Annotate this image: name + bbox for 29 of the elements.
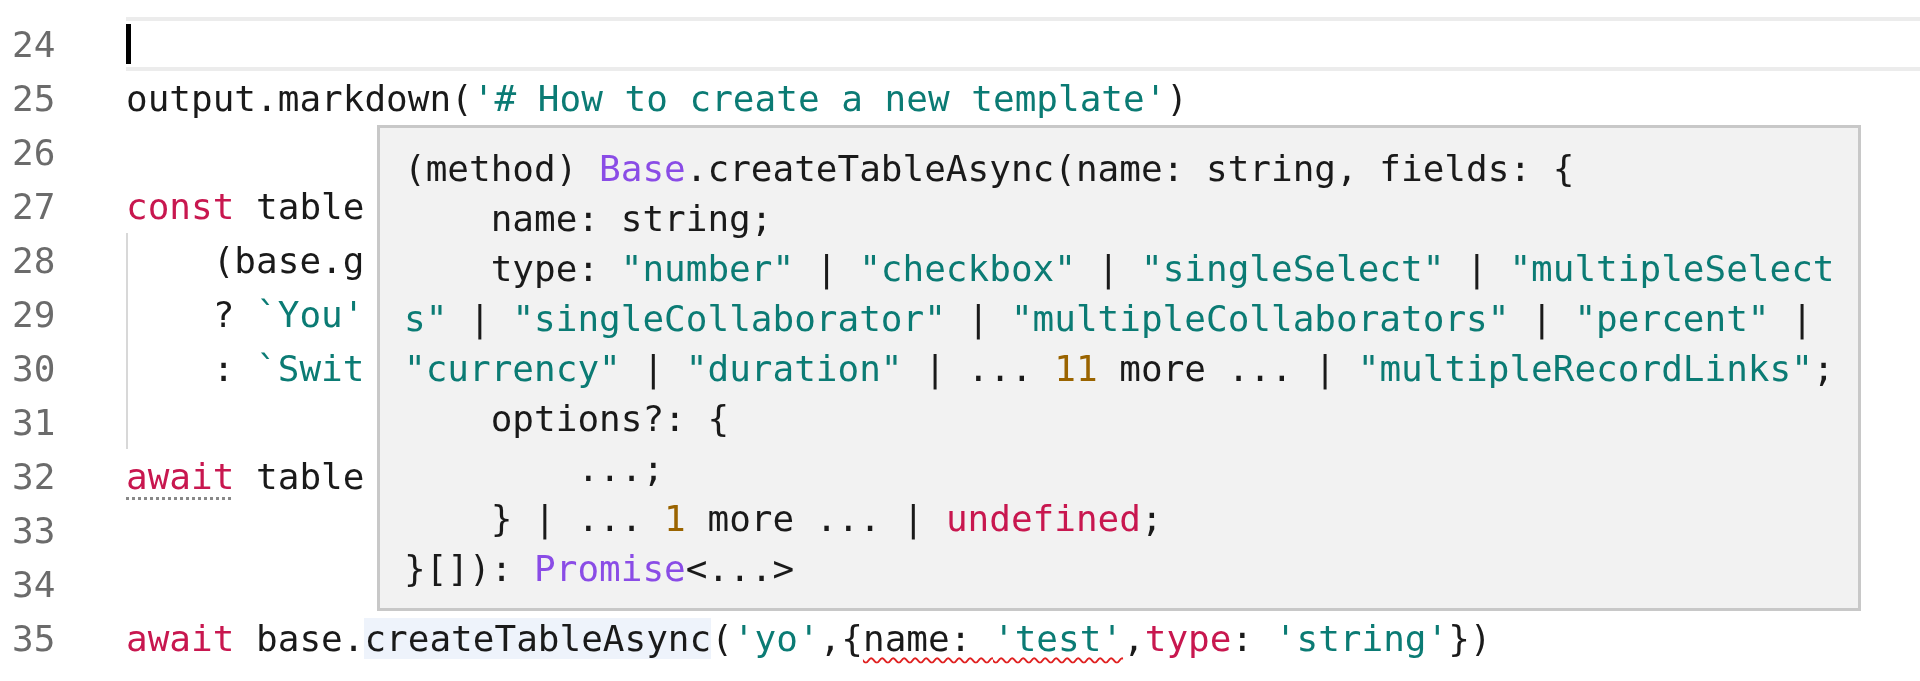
tooltip-line: options?: { [489,397,731,441]
tooltip-line: "currency" | "duration" | ... 11 more ... | "multipleRecordLinks"; [404,347,1836,392]
line-number: 30 [11,346,57,391]
tooltip-line: name: string; [489,197,774,241]
line-number: 25 [11,76,57,121]
line-number: 26 [11,130,57,175]
tooltip-line: type: "number" | "checkbox" | "singleSelect" | "multipleSelect [489,247,1836,292]
line-number: 29 [11,292,57,337]
code-line: await base.createTableAsync('yo',{name: 'test',type: 'string'}) [126,617,1492,659]
line-number: 35 [11,616,57,661]
code-line: ? `You' [211,293,365,335]
tooltip-line: ...; [576,447,666,491]
line-number: 24 [11,22,57,67]
code-line: const table [126,185,365,227]
code-line: await table [126,455,365,497]
line-number: 33 [11,508,57,553]
line-number: 34 [11,562,57,607]
line-number: 28 [11,238,57,283]
line-number: 27 [11,184,57,229]
tooltip-line: s" | "singleCollaborator" | "multipleCollaborators" | "percent" | [404,297,1814,342]
code-line: output.markdown('# How to create a new template') [126,77,1189,119]
line-number: 31 [11,400,57,445]
code-line: (base.g [211,239,365,281]
tooltip-line: }[]): Promise<...> [404,547,796,591]
line-number: 32 [11,454,57,499]
tooltip-line: } | ... 1 more ... | undefined; [489,497,1164,542]
tooltip-line: (method) Base.createTableAsync(name: string, fields: { [404,147,1576,191]
code-line: : `Swit [211,347,365,389]
text-cursor [126,24,131,64]
